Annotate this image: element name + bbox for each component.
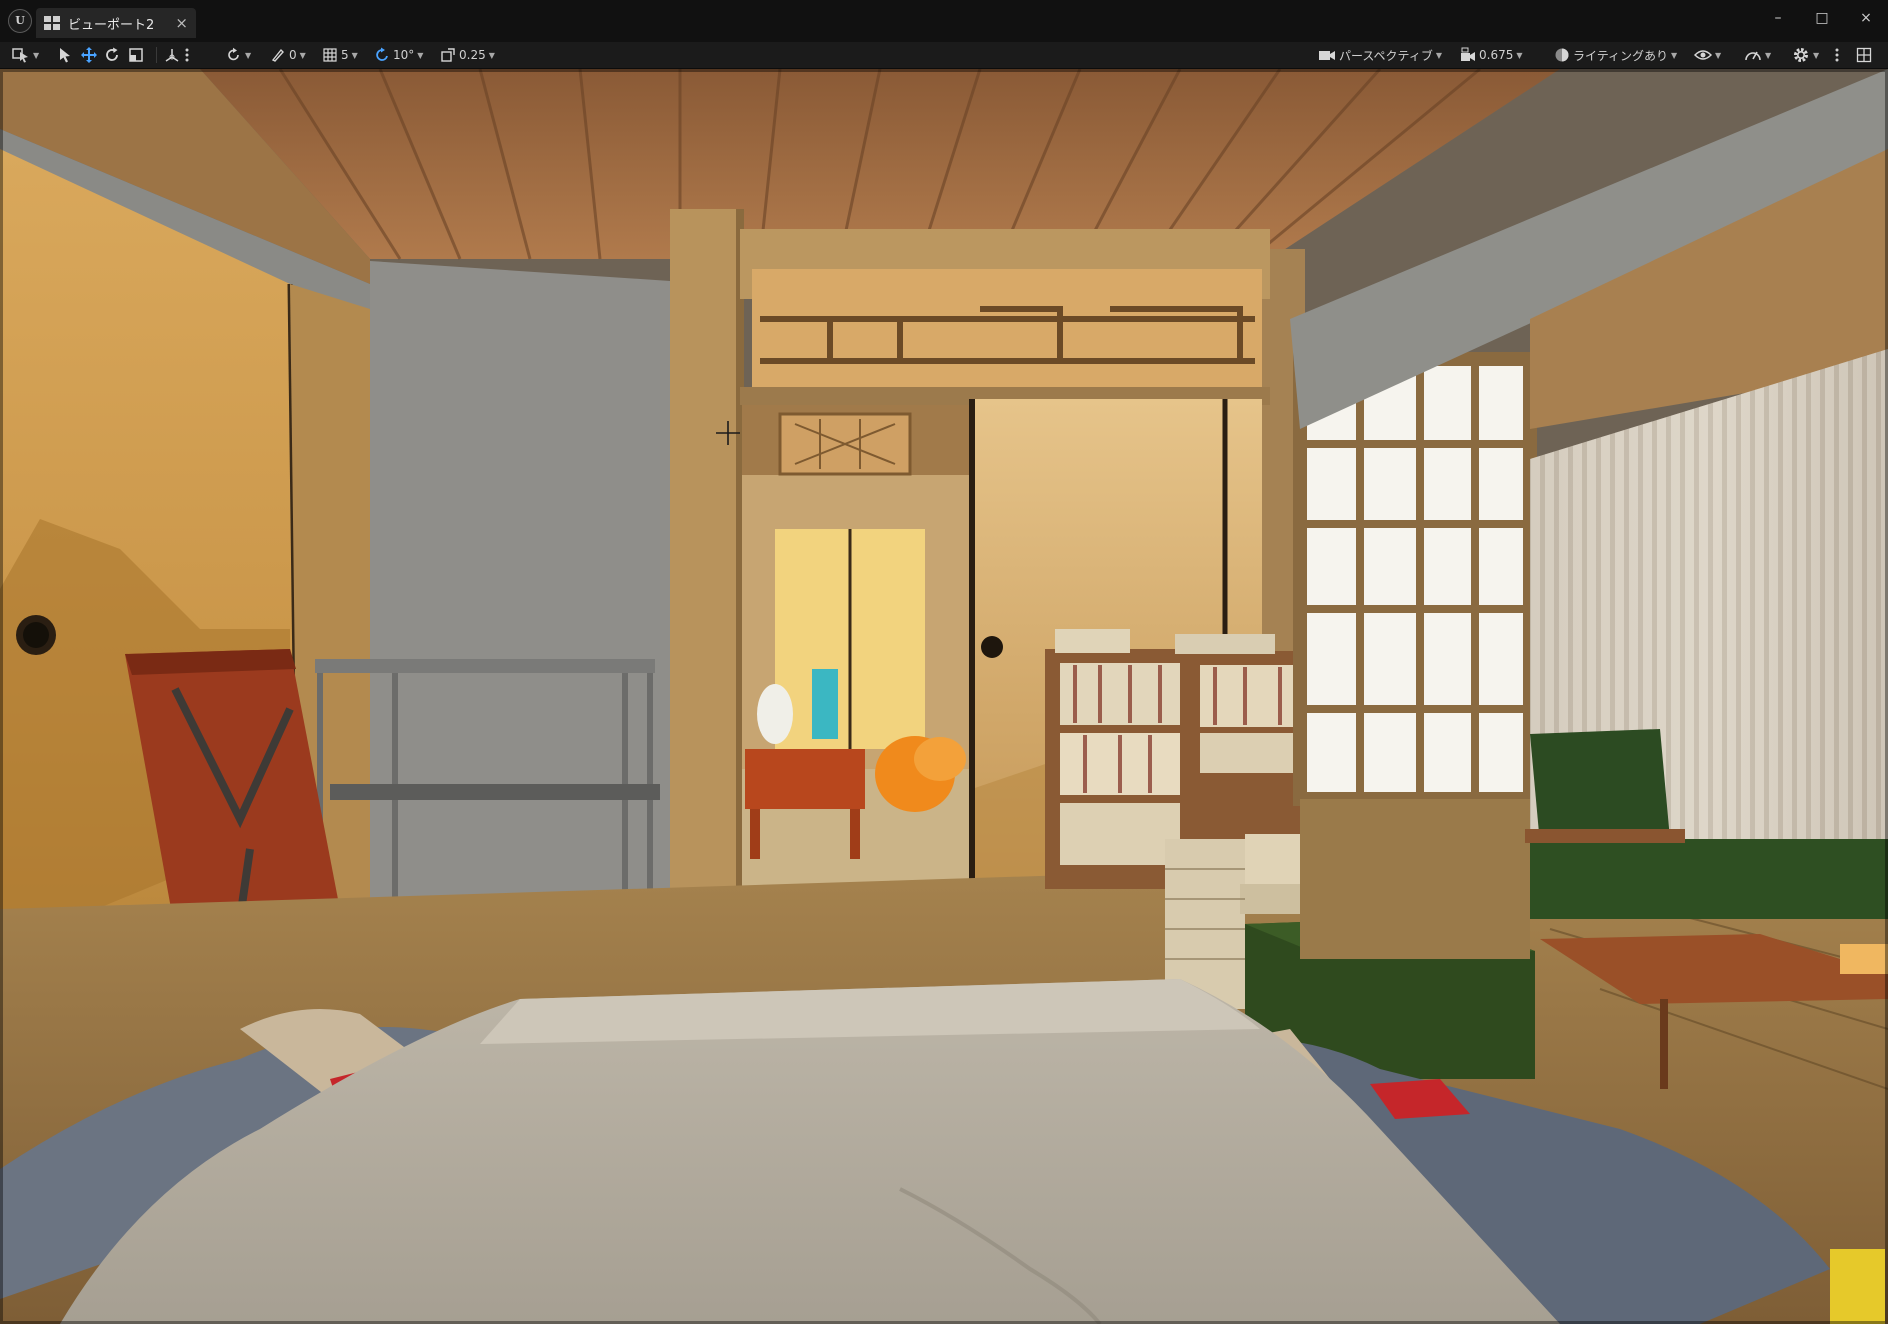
select-tool-button[interactable]	[58, 44, 72, 66]
viewport-options-button[interactable]	[1834, 44, 1840, 66]
viewport-toolbar: ▼ ▼ 0 ▼ 5 ▼ 10° ▼ 0.25 ▼ パースペクティブ ▼ 0.67…	[0, 42, 1888, 69]
viewport-tab[interactable]: ビューポート2 ×	[36, 8, 196, 38]
scale-tool-button[interactable]	[128, 44, 144, 66]
chevron-down-icon: ▼	[33, 50, 40, 60]
camera-speed-value: 0.675	[1479, 48, 1514, 62]
grid-snap-dropdown[interactable]: 5 ▼	[322, 44, 358, 66]
scale-icon	[129, 48, 143, 62]
chevron-down-icon: ▼	[1715, 50, 1722, 60]
chevron-down-icon: ▼	[299, 50, 306, 60]
surface-snapping-dropdown[interactable]: ▼	[226, 44, 251, 66]
grid-snap-value: 5	[341, 48, 349, 62]
chevron-down-icon: ▼	[417, 50, 424, 60]
move-arrows-icon	[81, 47, 97, 63]
viewport-layout-button[interactable]	[1856, 44, 1872, 66]
scale-snap-icon	[441, 48, 455, 62]
lighting-mode-label: ライティングあり	[1573, 48, 1669, 63]
more-options-button[interactable]	[184, 44, 190, 66]
title-bar: U ビューポート2 × – □ ×	[0, 0, 1888, 42]
coordinate-system-button[interactable]	[164, 44, 180, 66]
level-viewport[interactable]	[0, 69, 1888, 1324]
lighting-mode-dropdown[interactable]: ライティングあり ▼	[1554, 44, 1677, 66]
camera-icon	[1319, 51, 1335, 60]
rotate-icon	[106, 47, 118, 61]
surface-snap-value-dropdown[interactable]: 0 ▼	[270, 44, 306, 66]
scale-snap-dropdown[interactable]: 0.25 ▼	[440, 44, 495, 66]
eye-icon	[1694, 50, 1712, 60]
scale-snap-value: 0.25	[459, 48, 486, 62]
chevron-down-icon: ▼	[488, 50, 495, 60]
settings-dropdown[interactable]: ▼	[1792, 44, 1819, 66]
lighting-sphere-icon	[1555, 48, 1569, 62]
gauge-icon	[1745, 51, 1761, 61]
view-mode-label: パースペクティブ	[1339, 48, 1433, 63]
show-flags-dropdown[interactable]: ▼	[1694, 44, 1721, 66]
rotation-snap-value: 10°	[393, 48, 415, 62]
rotation-snap-icon	[376, 47, 388, 61]
chevron-down-icon: ▼	[245, 50, 252, 60]
vertical-dots-icon	[185, 48, 189, 62]
chevron-down-icon: ▼	[1671, 50, 1678, 60]
layout-grid-icon	[1856, 47, 1872, 63]
chevron-down-icon: ▼	[351, 50, 358, 60]
chevron-down-icon: ▼	[1765, 50, 1772, 60]
camera-speed-dropdown[interactable]: 0.675 ▼	[1460, 44, 1523, 66]
maximize-button[interactable]: □	[1800, 6, 1844, 30]
view-mode-dropdown[interactable]: パースペクティブ ▼	[1318, 44, 1442, 66]
rotate-tool-button[interactable]	[104, 44, 120, 66]
close-tab-icon[interactable]: ×	[175, 14, 188, 32]
close-window-button[interactable]: ×	[1844, 6, 1888, 30]
pointer-icon	[60, 48, 70, 63]
grid-snap-icon	[323, 48, 337, 62]
viewport-tab-label: ビューポート2	[68, 17, 155, 33]
surface-snap-value: 0	[289, 48, 297, 62]
gear-icon	[1794, 48, 1808, 62]
snap-rotate-icon	[228, 47, 239, 61]
minimize-button[interactable]: –	[1756, 6, 1800, 30]
chevron-down-icon: ▼	[1435, 50, 1442, 60]
chevron-down-icon: ▼	[1516, 50, 1523, 60]
world-axes-icon	[165, 49, 179, 62]
select-mode-icon	[12, 48, 28, 63]
viewport-grid-icon	[44, 16, 60, 30]
camera-speed-icon	[1461, 47, 1475, 61]
scene-render	[0, 69, 1888, 1324]
vertical-dots-icon	[1835, 48, 1839, 62]
selection-mode-dropdown[interactable]: ▼	[12, 44, 39, 66]
translate-tool-button[interactable]	[80, 44, 98, 66]
brush-icon	[271, 48, 284, 62]
toolbar-divider	[156, 47, 157, 63]
chevron-down-icon: ▼	[1813, 50, 1820, 60]
unreal-logo-icon[interactable]: U	[8, 9, 32, 33]
performance-dropdown[interactable]: ▼	[1744, 44, 1771, 66]
rotation-snap-dropdown[interactable]: 10° ▼	[374, 44, 423, 66]
